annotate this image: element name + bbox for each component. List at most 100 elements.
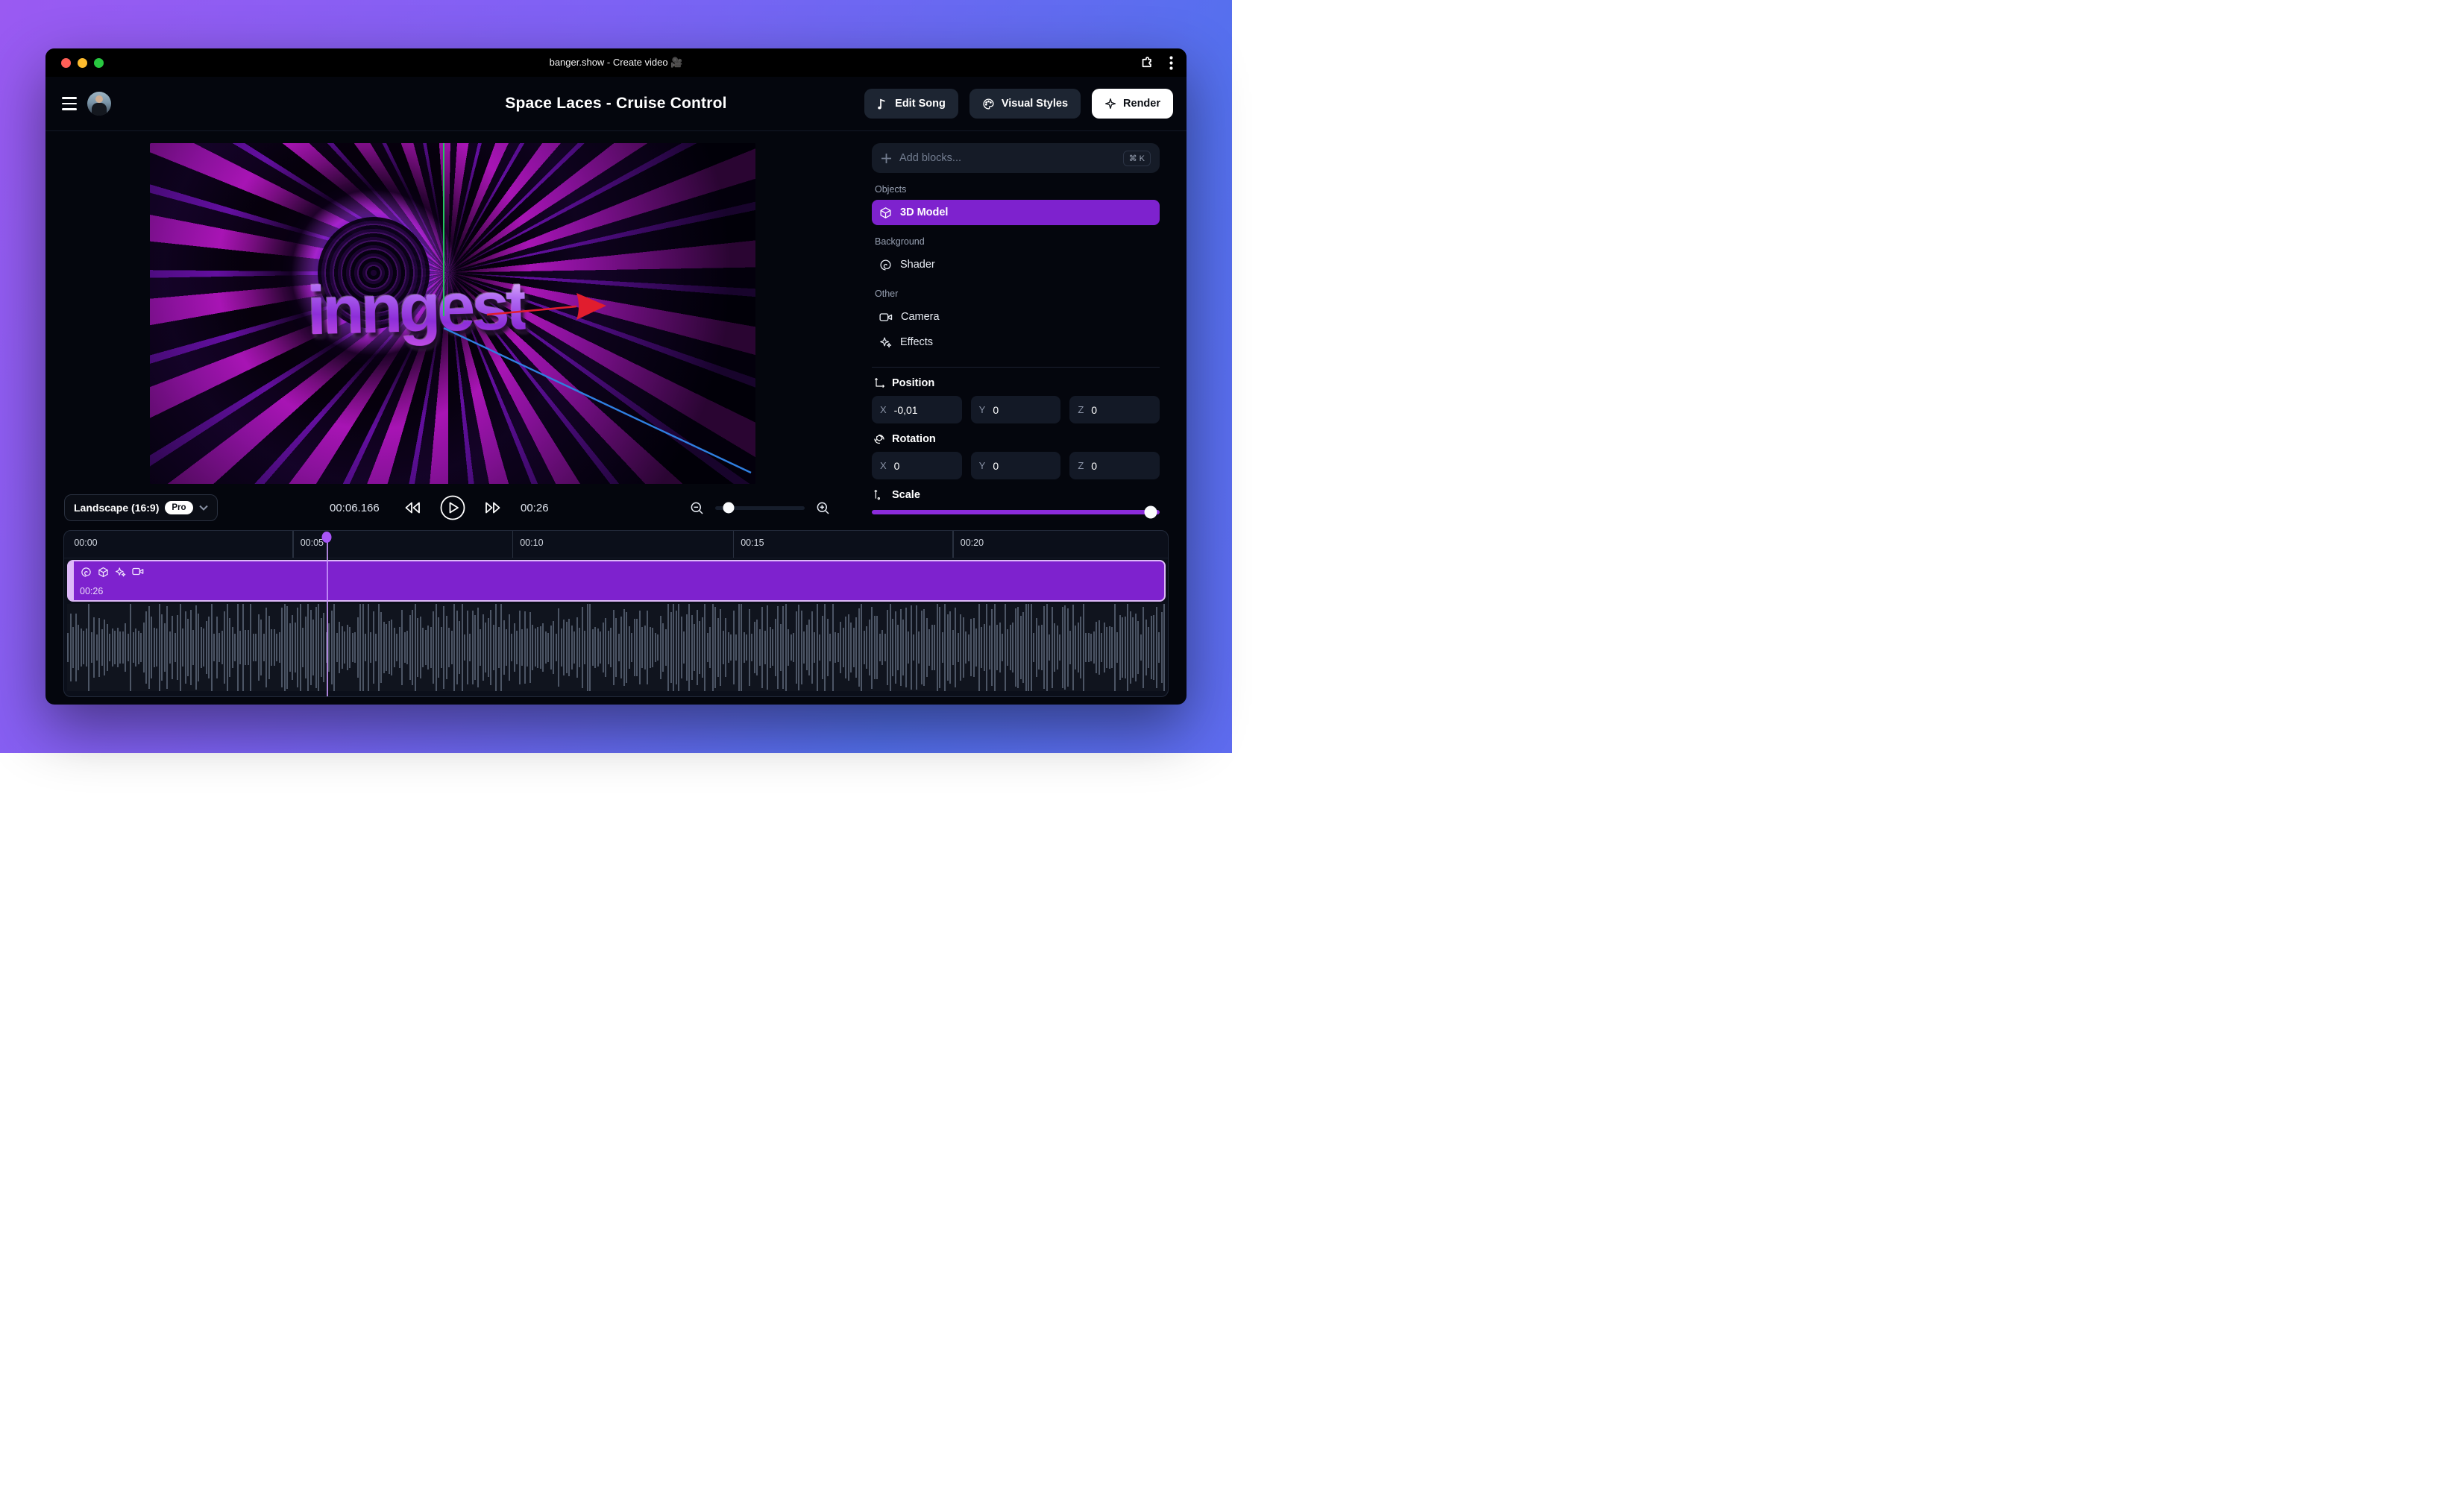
waveform-bar [278, 631, 280, 664]
position-y-field[interactable]: Y 0 [970, 396, 1061, 423]
scale-slider[interactable] [872, 505, 1160, 519]
waveform-bar [349, 627, 351, 668]
waveform-bar [135, 628, 136, 667]
waveform-bar [1143, 606, 1144, 689]
fast-forward-button[interactable] [485, 502, 501, 514]
waveform-bar [1127, 604, 1128, 691]
waveform-bar [412, 610, 413, 685]
rotation-x-field[interactable]: X 0 [872, 452, 962, 479]
rotation-z-field[interactable]: Z 0 [1069, 452, 1160, 479]
waveform-bar [941, 632, 943, 663]
waveform-bar [925, 617, 928, 678]
waveform-bar [800, 610, 802, 685]
app-window: banger.show - Create video 🎥 Space Laces… [45, 48, 1187, 705]
waveform-bar [325, 632, 327, 663]
waveform-bar [798, 605, 799, 690]
waveform-bar [670, 612, 672, 683]
waveform-bar [93, 617, 95, 678]
avatar[interactable] [87, 92, 111, 116]
zoom-slider-thumb[interactable] [723, 502, 735, 514]
waveform-bar [701, 617, 703, 678]
current-time: 00:06.166 [330, 501, 380, 514]
timeline-clip[interactable]: 00:26 [67, 560, 1166, 602]
waveform-bar [981, 626, 982, 669]
rewind-button[interactable] [404, 502, 421, 514]
zoom-in-icon[interactable] [816, 501, 830, 515]
waveform-bar [1014, 608, 1016, 687]
waveform-bar [480, 628, 481, 667]
waveform-bar [881, 630, 883, 665]
waveform-bar [908, 631, 909, 664]
waveform-bar [863, 631, 865, 664]
play-button[interactable] [440, 495, 465, 520]
sparkles-icon [115, 567, 126, 577]
waveform-bar [315, 607, 317, 688]
waveform-bar [391, 619, 392, 676]
waveform-bar [633, 619, 635, 676]
waveform-bar [1033, 633, 1034, 662]
waveform-bar [67, 633, 69, 662]
transform-gizmo[interactable] [150, 143, 755, 484]
clip-left-handle[interactable] [69, 561, 74, 600]
add-blocks-button[interactable]: Add blocks... ⌘ K [872, 143, 1160, 173]
visual-styles-button[interactable]: Visual Styles [969, 89, 1081, 119]
sidebar-item-shader[interactable]: Shader [872, 252, 1160, 277]
waveform-bar [847, 614, 849, 681]
waveform-bar [829, 634, 831, 661]
waveform-bar [934, 625, 935, 670]
scale-slider-thumb[interactable] [1144, 505, 1157, 519]
waveform-bar [88, 604, 89, 691]
clip-duration-label: 00:26 [80, 586, 104, 596]
position-z-field[interactable]: Z 0 [1069, 396, 1160, 423]
waveform-bar [544, 631, 547, 664]
waveform-bar [393, 627, 395, 668]
zoom-slider[interactable] [715, 502, 805, 514]
waveform-bar [1019, 615, 1022, 680]
waveform-bar [845, 617, 846, 678]
sidebar-item-3d-model[interactable]: 3D Model [872, 200, 1160, 225]
sidebar-item-camera[interactable]: Camera [872, 304, 1160, 330]
render-button[interactable]: Render [1092, 89, 1173, 119]
waveform-bar [594, 626, 596, 669]
waveform-bar [826, 618, 829, 677]
timeline-ruler[interactable]: 00:00 00:05 00:10 00:15 00:20 [64, 531, 1168, 558]
waveform-bar [1069, 630, 1071, 665]
waveform-bar [772, 628, 773, 667]
rotation-y-field[interactable]: Y 0 [970, 452, 1061, 479]
audio-waveform[interactable] [67, 604, 1165, 691]
position-x-field[interactable]: X -0,01 [872, 396, 962, 423]
waveform-bar [187, 619, 189, 676]
waveform-bar [1153, 614, 1154, 681]
aspect-ratio-dropdown[interactable]: Landscape (16:9) Pro [64, 494, 218, 521]
playhead-handle[interactable] [321, 532, 332, 543]
waveform-bar [1004, 604, 1006, 691]
waveform-bar [915, 605, 917, 690]
waveform-bar [852, 627, 855, 668]
waveform-bar [777, 605, 779, 690]
window-titlebar: banger.show - Create video 🎥 [45, 48, 1187, 77]
waveform-bar [560, 628, 562, 667]
waveform-bar [605, 617, 606, 678]
waveform-bar [132, 632, 134, 663]
waveform-bar [840, 621, 841, 674]
waveform-bar [1051, 607, 1053, 688]
sidebar-item-effects[interactable]: Effects [872, 330, 1160, 355]
waveform-bar [142, 622, 145, 673]
waveform-bar [1137, 620, 1139, 675]
zoom-out-icon[interactable] [690, 501, 704, 515]
waveform-bar [565, 622, 568, 673]
waveform-bar [589, 604, 591, 691]
waveform-bar [75, 614, 77, 681]
waveform-bar [433, 611, 434, 684]
waveform-bar [268, 616, 270, 679]
video-preview[interactable]: inngest [150, 143, 755, 484]
total-duration: 00:26 [521, 501, 549, 514]
edit-song-button[interactable]: Edit Song [864, 89, 958, 119]
waveform-bar [688, 604, 690, 691]
waveform-bar [1119, 614, 1121, 681]
menu-icon[interactable] [62, 97, 77, 110]
waveform-bar [516, 630, 518, 665]
waveform-bar [401, 609, 403, 686]
waveform-bar [192, 630, 194, 665]
waveform-bar [497, 627, 500, 668]
